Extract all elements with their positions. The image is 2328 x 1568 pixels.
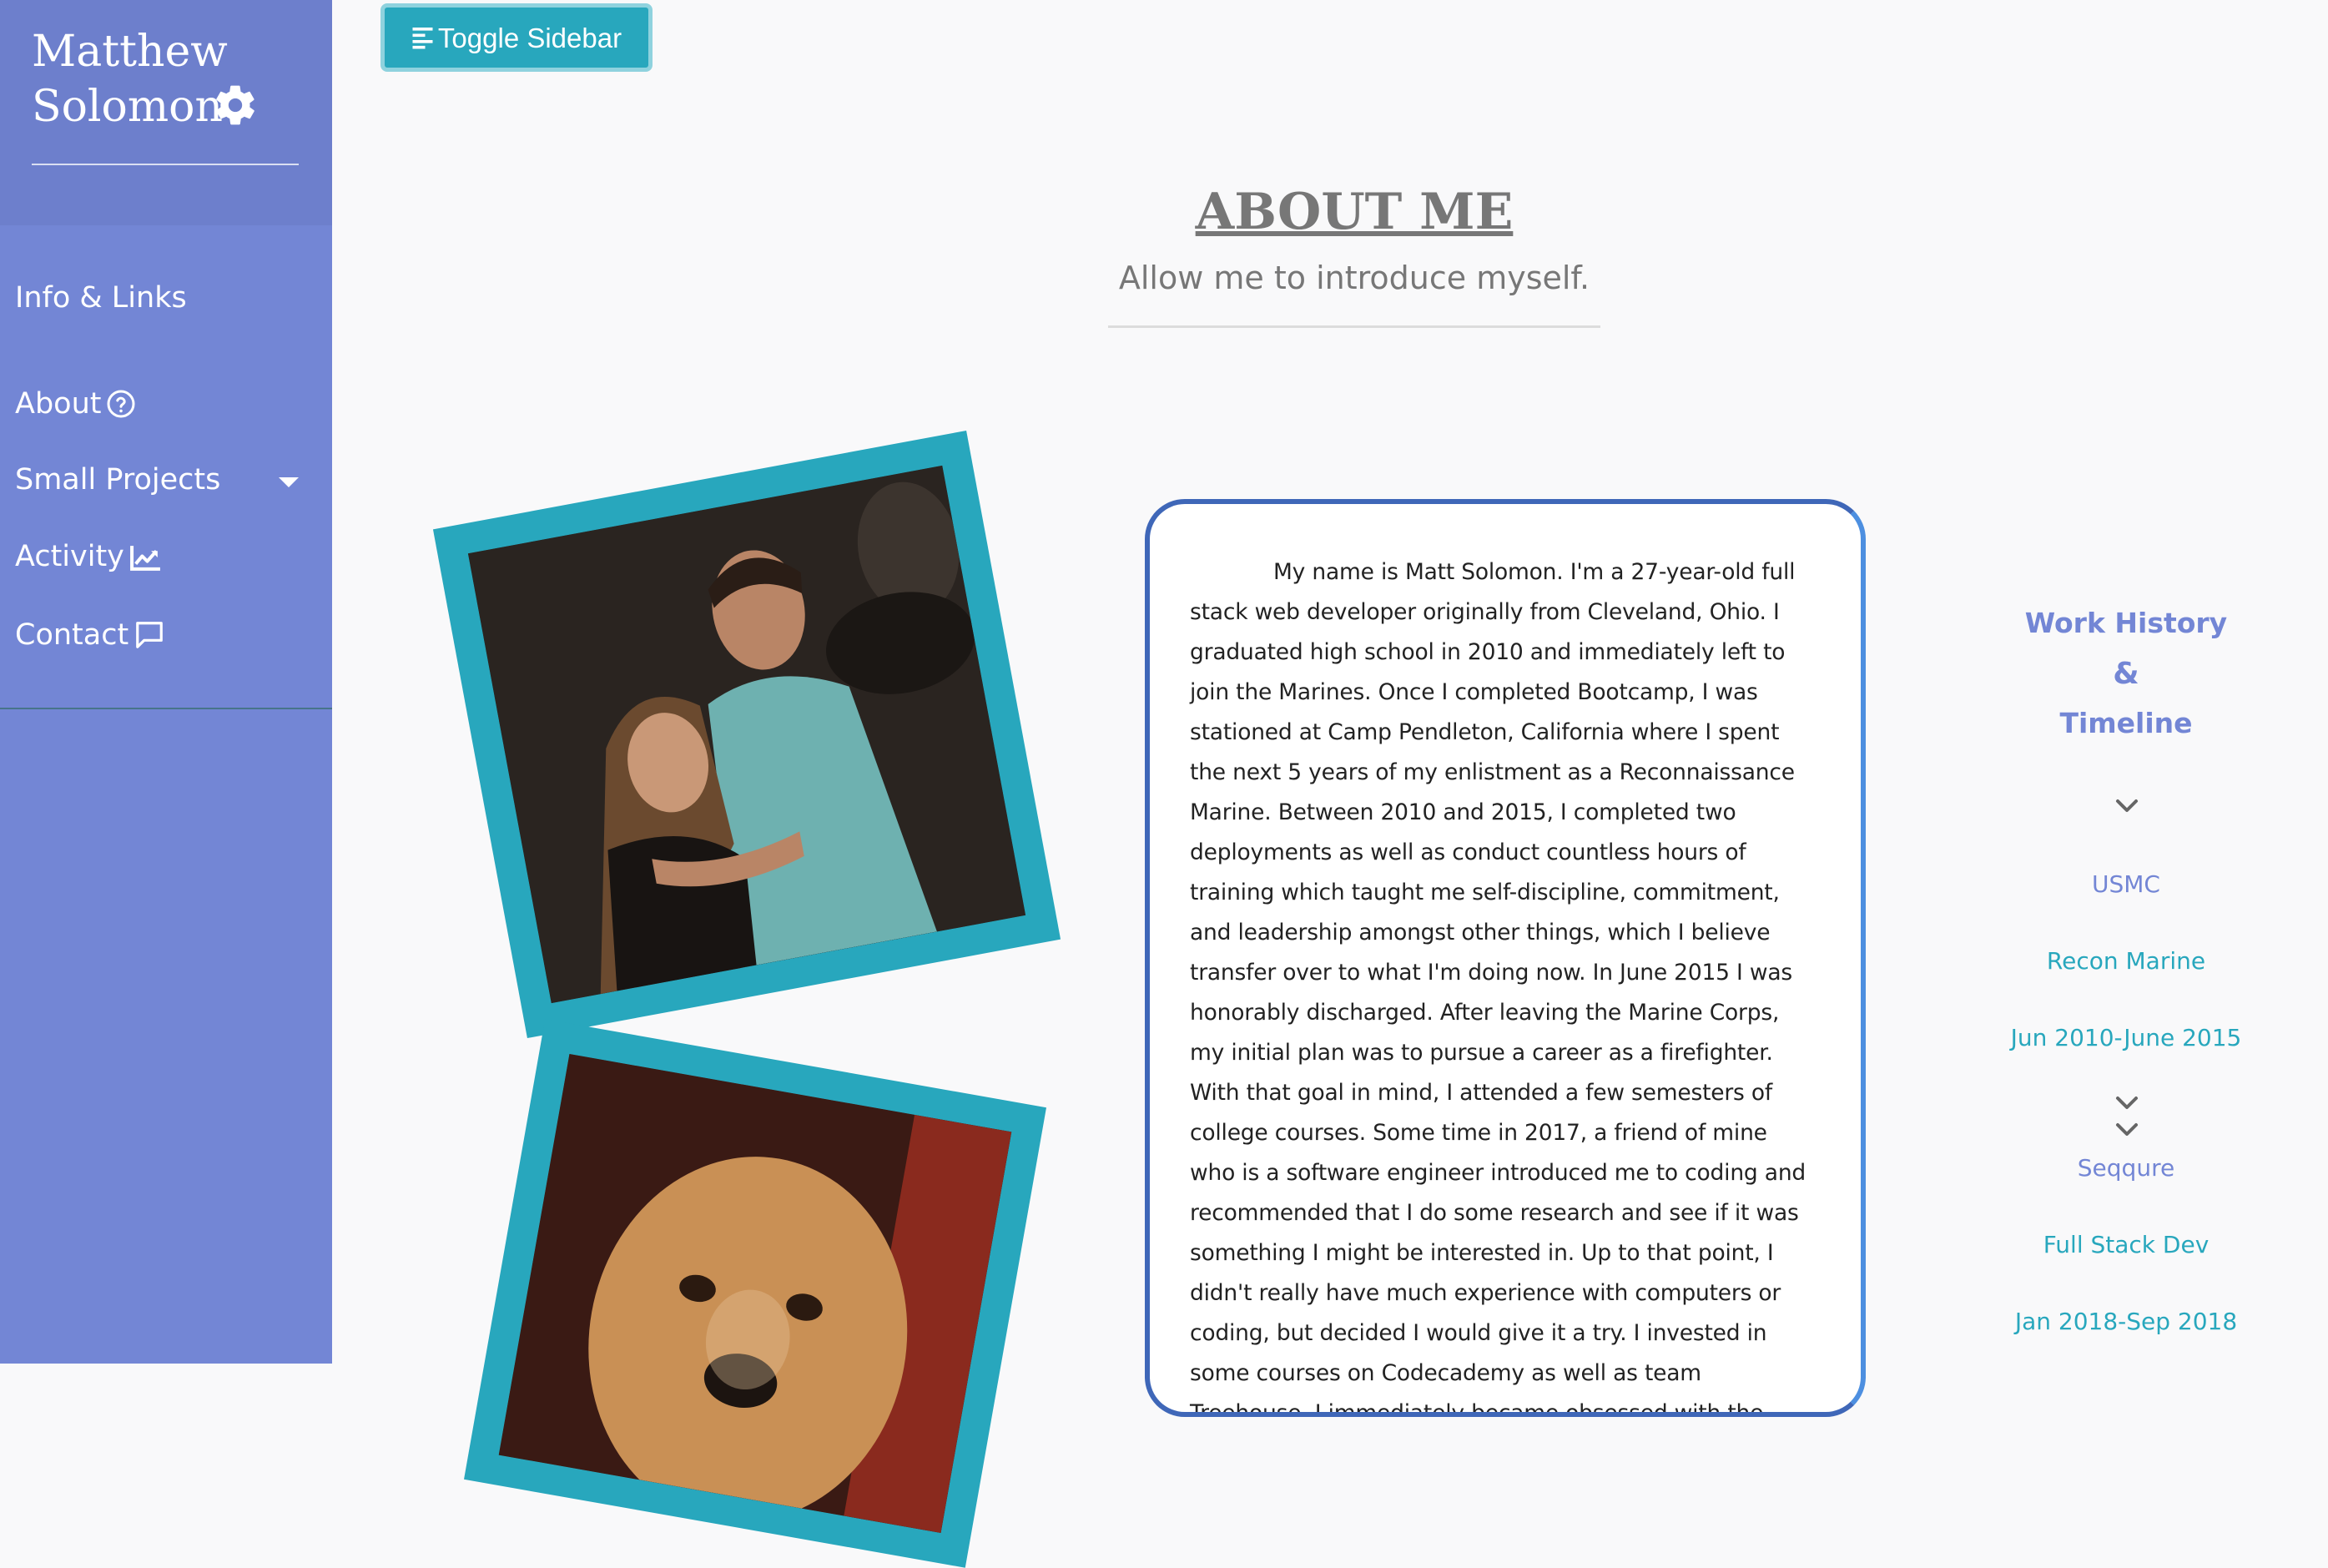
toggle-sidebar-button[interactable]: Toggle Sidebar — [380, 3, 653, 72]
sidebar-item-activity[interactable]: Activity — [15, 542, 163, 572]
chevron-down-icon — [2116, 1123, 2138, 1136]
sidebar-item-label: About — [15, 386, 102, 421]
sidebar-item-label: Info & Links — [15, 281, 187, 315]
sidebar-item-label: Contact — [15, 618, 129, 652]
timeline-heading-timeline: Timeline — [2059, 707, 2193, 739]
brand-divider — [32, 164, 299, 165]
timeline-dates: Jan 2018-Sep 2018 — [2014, 1308, 2238, 1335]
toggle-sidebar-label: Toggle Sidebar — [437, 22, 622, 53]
bio-text: My name is Matt Solomon. I'm a 27-year-o… — [1190, 559, 1806, 1417]
sidebar-item-info-links[interactable]: Info & Links — [15, 284, 187, 313]
timeline-role: Full Stack Dev — [2043, 1231, 2210, 1258]
header-divider — [1108, 325, 1600, 328]
chevron-down-icon — [2116, 799, 2138, 812]
chart-line-icon — [129, 545, 160, 571]
chevron-down-icon — [2116, 1097, 2138, 1109]
sidebar-item-small-projects[interactable]: Small Projects — [15, 466, 220, 495]
caret-down-icon[interactable] — [279, 477, 299, 487]
brand-first-name: Matthew — [32, 27, 228, 77]
couple-photo — [432, 430, 1061, 1039]
sidebar-item-label: Small Projects — [15, 463, 221, 497]
question-circle-icon — [107, 390, 135, 418]
sidebar-item-label: Activity — [15, 540, 124, 573]
timeline-org: Seqqure — [2077, 1154, 2175, 1182]
sidebar-item-about[interactable]: About — [15, 389, 136, 419]
timeline-dates: Jun 2010-June 2015 — [2010, 1024, 2242, 1051]
dog-photo — [464, 1019, 1046, 1568]
bio-card: My name is Matt Solomon. I'm a 27-year-o… — [1145, 499, 1866, 1417]
comment-icon — [136, 622, 164, 648]
timeline-heading-work-history: Work History — [2024, 607, 2228, 639]
sidebar-item-contact[interactable]: Contact — [15, 619, 165, 651]
timeline-org: USMC — [2092, 870, 2160, 898]
page-subtitle: Allow me to introduce myself. — [1118, 260, 1590, 296]
couple-photo-image — [467, 465, 1026, 1004]
sidebar-divider — [0, 708, 332, 709]
align-left-icon — [412, 28, 433, 49]
sidebar-header: Matthew Solomon — [0, 0, 332, 225]
page-title: ABOUT ME — [1195, 183, 1514, 241]
timeline-role: Recon Marine — [2046, 947, 2206, 975]
timeline-heading-ampersand: & — [2113, 657, 2139, 691]
brand-last-name: Solomon — [32, 82, 223, 132]
dog-photo-image — [498, 1053, 1012, 1534]
gear-icon — [216, 85, 254, 125]
sidebar: Matthew Solomon Info & Links About Small… — [0, 0, 332, 1364]
